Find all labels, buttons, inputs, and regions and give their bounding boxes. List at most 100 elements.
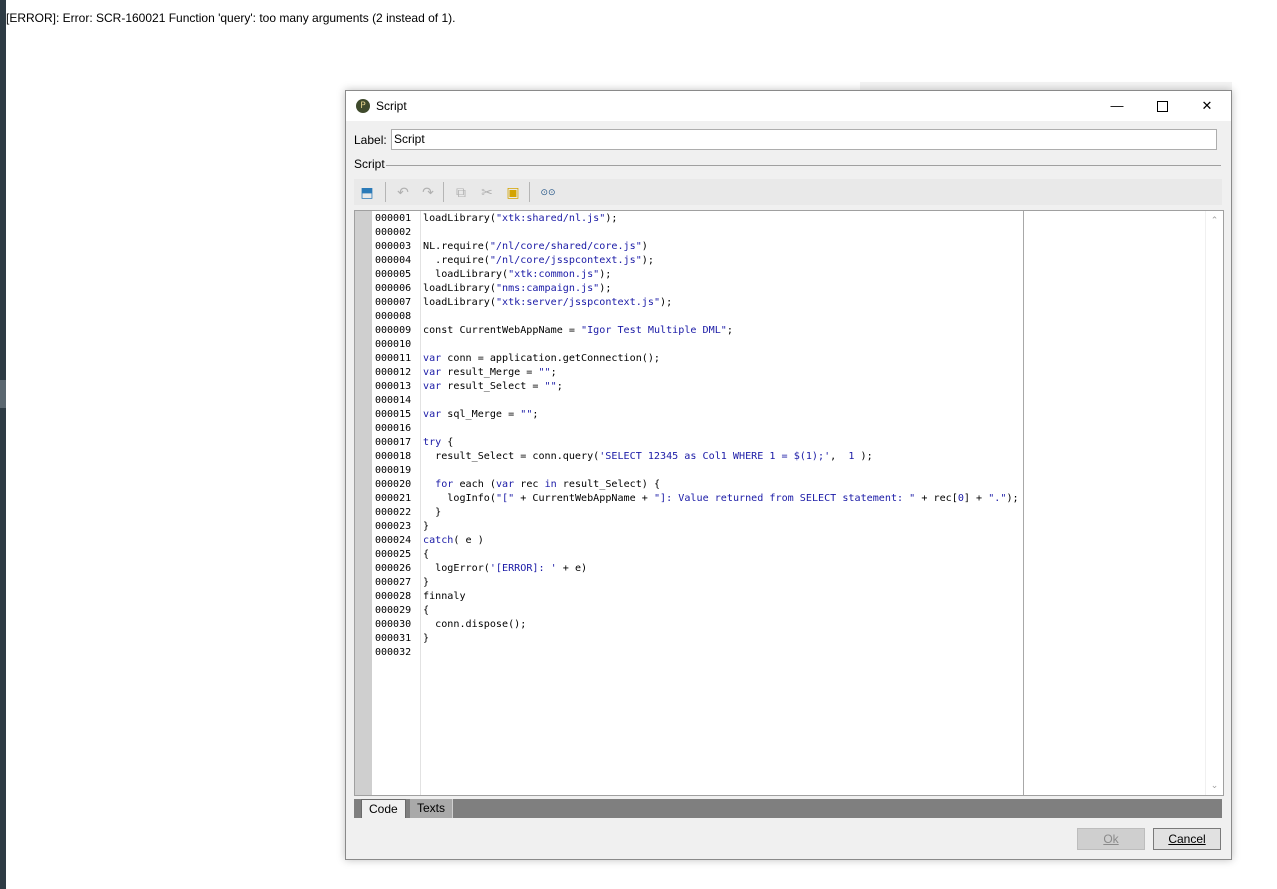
code-text: const CurrentWebAppName =	[423, 325, 582, 336]
code-string: "."	[988, 493, 1007, 504]
line-number: 000009	[375, 325, 412, 336]
copy-icon[interactable]: ⧉	[452, 183, 470, 201]
line-number: 000003	[375, 241, 412, 252]
code-line: logError('[ERROR]: ' + e)	[423, 562, 587, 576]
section-divider	[386, 165, 1221, 166]
line-number: 000017	[375, 437, 412, 448]
code-text: ;	[556, 381, 563, 392]
line-number: 000004	[375, 255, 412, 266]
code-text: ( e )	[453, 535, 484, 546]
dialog-title: Script	[376, 99, 407, 113]
code-line: finnaly	[423, 590, 466, 604]
code-string: "xtk:shared/nl.js"	[495, 213, 606, 224]
paste-icon[interactable]: ▣	[504, 183, 522, 201]
title-bar[interactable]: P Script — ✕	[346, 91, 1231, 121]
code-line: catch( e )	[423, 534, 484, 548]
label-input[interactable]: Script	[391, 129, 1217, 150]
editor-toolbar: ⬒ ↶ ↷ ⧉ ✂ ▣ ⊙⊙	[354, 179, 1222, 205]
code-text: conn = application.getConnection();	[441, 353, 661, 364]
cut-icon[interactable]: ✂	[478, 183, 496, 201]
code-line: }	[423, 632, 429, 646]
ok-button[interactable]: Ok	[1077, 828, 1145, 850]
line-number: 000002	[375, 227, 412, 238]
code-text: ,	[830, 451, 849, 462]
left-side-panel-marker	[0, 380, 6, 408]
code-line: {	[423, 604, 429, 618]
line-number: 000032	[375, 647, 412, 658]
code-string: ""	[538, 367, 551, 378]
code-line: loadLibrary("xtk:server/jsspcontext.js")…	[423, 296, 672, 310]
tab-texts[interactable]: Texts	[410, 799, 454, 818]
code-text: ;	[550, 367, 557, 378]
code-text: {	[441, 437, 454, 448]
scroll-down-icon[interactable]: ⌄	[1209, 779, 1220, 791]
code-text-area[interactable]: loadLibrary("xtk:shared/nl.js"); NL.requi…	[422, 211, 1205, 795]
maximize-icon	[1156, 101, 1168, 113]
print-margin-line	[1023, 211, 1024, 795]
code-keyword: for	[435, 479, 454, 490]
cancel-button[interactable]: Cancel	[1153, 828, 1221, 850]
code-string: "/nl/core/shared/core.js"	[489, 241, 642, 252]
minimize-icon: —	[1110, 98, 1124, 113]
code-text: }	[423, 507, 442, 518]
minimize-button[interactable]: —	[1094, 91, 1140, 121]
code-editor[interactable]: 000001 000002 000003 000004 000005 000006 0000…	[354, 210, 1224, 796]
code-line: }	[423, 506, 441, 520]
line-number: 000020	[375, 479, 412, 490]
code-string: "xtk:common.js"	[508, 269, 600, 280]
tab-code[interactable]: Code	[361, 799, 406, 818]
code-text: logError(	[423, 563, 490, 574]
vertical-scrollbar[interactable]: ⌃ ⌄	[1205, 211, 1223, 795]
app-icon: P	[356, 99, 370, 113]
code-text: logInfo(	[423, 493, 496, 504]
line-number: 000018	[375, 451, 412, 462]
code-keyword: var	[423, 381, 442, 392]
label-caption: Label:	[354, 133, 387, 147]
code-line: try {	[423, 436, 453, 450]
code-text: );	[660, 297, 673, 308]
redo-icon[interactable]: ↷	[419, 183, 437, 201]
line-number: 000001	[375, 213, 412, 224]
code-keyword: var	[423, 353, 442, 364]
line-number: 000010	[375, 339, 412, 350]
line-number: 000025	[375, 549, 412, 560]
line-number: 000030	[375, 619, 412, 630]
code-text: }	[423, 577, 430, 588]
code-text: conn.dispose();	[423, 619, 527, 630]
line-number: 000026	[375, 563, 412, 574]
code-line: conn.dispose();	[423, 618, 526, 632]
code-text: + rec[	[915, 493, 958, 504]
scroll-up-icon[interactable]: ⌃	[1209, 214, 1220, 226]
code-line: loadLibrary("nms:campaign.js");	[423, 282, 611, 296]
code-line: var sql_Merge = "";	[423, 408, 538, 422]
code-text: result_Select) {	[556, 479, 661, 490]
code-line: }	[423, 520, 429, 534]
code-text: loadLibrary(	[423, 297, 496, 308]
toolbar-separator	[443, 182, 444, 202]
code-line: loadLibrary("xtk:shared/nl.js");	[423, 212, 617, 226]
code-keyword: try	[423, 437, 442, 448]
code-line: var conn = application.getConnection();	[423, 352, 660, 366]
code-text: );	[605, 213, 618, 224]
undo-icon[interactable]: ↶	[394, 183, 412, 201]
line-number: 000005	[375, 269, 412, 280]
code-text: loadLibrary(	[423, 269, 509, 280]
line-number-column: 000001 000002 000003 000004 000005 000006 0000…	[372, 211, 421, 795]
code-line: .require("/nl/core/jsspcontext.js");	[423, 254, 654, 268]
script-dialog: P Script — ✕ Label: Script Script ⬒ ↶ ↷ ⧉ ✂ ▣…	[345, 90, 1232, 860]
insert-icon[interactable]: ⬒	[358, 183, 376, 201]
line-number: 000022	[375, 507, 412, 518]
code-text: }	[423, 521, 430, 532]
code-line: NL.require("/nl/core/shared/core.js")	[423, 240, 648, 254]
maximize-button[interactable]	[1139, 91, 1185, 121]
code-text: );	[854, 451, 873, 462]
code-line: loadLibrary("xtk:common.js");	[423, 268, 611, 282]
close-button[interactable]: ✕	[1184, 91, 1230, 121]
code-text: ] +	[963, 493, 989, 504]
code-keyword: var	[423, 367, 442, 378]
code-text: ;	[726, 325, 733, 336]
line-number: 000008	[375, 311, 412, 322]
find-icon[interactable]: ⊙⊙	[538, 183, 558, 201]
line-number: 000021	[375, 493, 412, 504]
